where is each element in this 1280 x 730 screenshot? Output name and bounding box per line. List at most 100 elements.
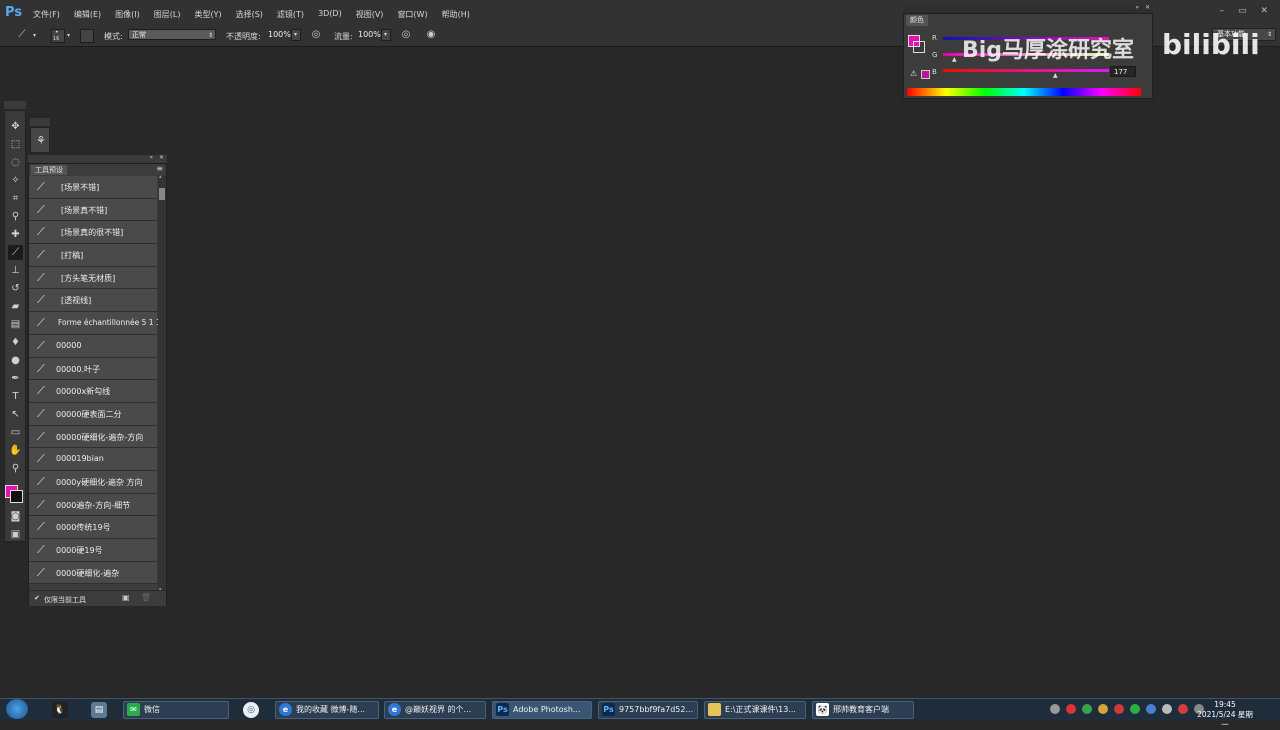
tray-security-icon[interactable] — [1066, 704, 1076, 714]
healing-brush-tool-icon[interactable]: ✚ — [8, 227, 23, 242]
taskbar-item-folder[interactable]: E:\正式课课件\13... — [704, 701, 806, 719]
taskbar-item-photoshop[interactable]: Ps Adobe Photosh... — [492, 701, 592, 719]
tray-app-icon[interactable] — [1178, 704, 1188, 714]
rectangle-tool-icon[interactable]: ▭ — [8, 425, 23, 440]
tray-network-icon[interactable] — [1146, 704, 1156, 714]
history-brush-tool-icon[interactable]: ↺ — [8, 281, 23, 296]
blur-tool-icon[interactable]: ♦ — [8, 335, 23, 350]
collapse-icon[interactable]: » — [1135, 4, 1139, 11]
start-button[interactable] — [6, 699, 28, 719]
preset-item[interactable]: ⟋ 00000.叶子 — [29, 357, 157, 381]
pen-tool-icon[interactable]: ✒ — [8, 371, 23, 386]
mode-select[interactable]: 正常 ⇕ — [128, 29, 216, 40]
taskbar-item-image[interactable]: Ps 9757bbf9fa7d52... — [598, 701, 698, 719]
menu-select[interactable]: 选择(S) — [236, 9, 263, 20]
panel-close-icon[interactable]: ✕ — [159, 154, 164, 161]
background-color-swatch[interactable] — [10, 490, 23, 503]
trash-icon[interactable]: 🗑 — [141, 593, 151, 602]
tool-preset-panel-header[interactable]: « ✕ — [28, 154, 167, 163]
menu-filter[interactable]: 滤镜(T) — [277, 9, 304, 20]
browser-icon[interactable]: ◎ — [243, 702, 259, 718]
pressure-size-icon[interactable]: ◉ — [425, 29, 437, 41]
brush-size-dropdown-icon[interactable]: ▾ — [67, 32, 70, 39]
tool-preset-tab[interactable]: 工具预设 — [31, 165, 67, 175]
menu-3d[interactable]: 3D(D) — [318, 9, 342, 20]
quick-mask-icon[interactable]: ◙ — [8, 509, 23, 524]
preset-item[interactable]: ⟋ 000019bian — [29, 448, 157, 471]
taskbar-item-wechat[interactable]: ✉ 微信 — [123, 701, 229, 719]
zoom-tool-icon[interactable]: ⚲ — [8, 461, 23, 476]
dodge-tool-icon[interactable]: ● — [8, 353, 23, 368]
menu-view[interactable]: 视图(V) — [356, 9, 384, 20]
eyedropper-tool-icon[interactable]: ⚲ — [8, 209, 23, 224]
blue-value-field[interactable]: 177 — [1110, 66, 1136, 77]
menu-image[interactable]: 图像(I) — [115, 9, 140, 20]
menu-window[interactable]: 窗口(W) — [397, 9, 427, 20]
background-swatch[interactable] — [913, 41, 925, 53]
maximize-icon[interactable]: ▭ — [1238, 6, 1247, 16]
preset-item[interactable]: ⟋ 00000硬表面二分 — [29, 402, 157, 426]
menu-layer[interactable]: 图层(L) — [154, 9, 181, 20]
tool-preset-dropdown-icon[interactable]: ▾ — [33, 32, 36, 39]
scroll-thumb[interactable] — [159, 188, 165, 200]
taskbar-item-client[interactable]: 🐼 邢帅教育客户端 — [812, 701, 914, 719]
clone-stamp-tool-icon[interactable]: ⊥ — [8, 263, 23, 278]
preset-item[interactable]: ⟋ 00000 — [29, 334, 157, 358]
magic-wand-tool-icon[interactable]: ✧ — [8, 173, 23, 188]
pressure-opacity-icon[interactable]: ◎ — [310, 29, 322, 41]
marquee-tool-icon[interactable]: ⬚ — [8, 137, 23, 152]
preset-item[interactable]: ⟋ 0000硬19号 — [29, 539, 157, 562]
tray-wechat-icon[interactable] — [1082, 704, 1092, 714]
preset-item[interactable]: ⟋ 0000硬细化-遍杂 — [29, 561, 157, 585]
preset-item[interactable]: ⟋ 00000硬细化-遍杂-方向 — [29, 425, 157, 449]
brush-size-picker[interactable]: • 16 — [51, 29, 65, 43]
color-spectrum-bar[interactable] — [907, 88, 1141, 96]
screen-mode-icon[interactable]: ▣ — [8, 527, 23, 542]
menu-edit[interactable]: 编辑(E) — [74, 9, 101, 20]
flow-dropdown[interactable]: ▾ — [381, 29, 391, 41]
checkbox-check-icon[interactable]: ✔ — [34, 594, 40, 602]
panel-menu-icon[interactable]: ≡ — [156, 164, 163, 173]
panel-close-icon[interactable]: ✕ — [1145, 4, 1150, 11]
preset-item[interactable]: ⟋ 0000y硬细化-遍杂 方向 — [29, 470, 157, 494]
color-tab[interactable]: 颜色 — [906, 15, 928, 26]
preset-item[interactable]: ⟋ [打稿] — [29, 244, 157, 267]
menu-type[interactable]: 类型(Y) — [194, 9, 221, 20]
minimize-icon[interactable]: – — [1219, 6, 1224, 16]
move-tool-icon[interactable]: ✥ — [8, 119, 23, 134]
gradient-tool-icon[interactable]: ▤ — [8, 317, 23, 332]
close-icon[interactable]: ✕ — [1260, 6, 1268, 16]
preset-item[interactable]: ⟋ Forme échantillonnée 5 1 1 — [29, 312, 161, 335]
preset-item[interactable]: ⟋ [场景真不错] — [29, 198, 157, 222]
color-panel-header[interactable]: » ✕ — [903, 4, 1153, 13]
preset-item[interactable]: ⟋ 0000遍杂-方向-细节 — [29, 493, 157, 517]
path-selection-tool-icon[interactable]: ↖ — [8, 407, 23, 422]
preset-scrollbar[interactable]: ▴ ▾ — [158, 174, 166, 593]
airbrush-icon[interactable]: ◎ — [400, 29, 412, 41]
taskbar-item-weibo[interactable]: e 我的收藏 微博-随... — [275, 701, 379, 719]
tray-app-icon[interactable] — [1050, 704, 1060, 714]
mini-panel-header[interactable] — [30, 118, 50, 126]
scroll-up-icon[interactable]: ▴ — [159, 174, 162, 180]
new-preset-icon[interactable]: ▣ — [122, 593, 130, 602]
type-tool-icon[interactable]: T — [8, 389, 23, 404]
eraser-tool-icon[interactable]: ▰ — [8, 299, 23, 314]
preset-item[interactable]: ⟋ [方头笔无材质] — [29, 266, 157, 290]
hand-tool-icon[interactable]: ✋ — [8, 443, 23, 458]
taskbar-item-profile[interactable]: e @巅妖视界 的个... — [384, 701, 486, 719]
preset-item[interactable]: ⟋ 0000传统19号 — [29, 516, 157, 539]
brush-tool-selected-icon[interactable]: ⟋ — [8, 245, 23, 260]
blue-knob-icon[interactable]: ▲ — [1053, 72, 1058, 79]
blue-slider[interactable] — [943, 69, 1109, 72]
menu-help[interactable]: 帮助(H) — [442, 9, 470, 20]
tray-wechat-icon[interactable] — [1130, 704, 1140, 714]
preset-item[interactable]: ⟋ [透视线] — [29, 289, 157, 313]
tray-volume-icon[interactable] — [1162, 704, 1172, 714]
brush-panel-toggle[interactable] — [80, 29, 94, 43]
flow-value[interactable]: 100% — [358, 30, 381, 39]
lasso-tool-icon[interactable]: ◌ — [8, 155, 23, 170]
preset-item[interactable]: ⟋ 00000x新勾线 — [29, 380, 157, 403]
gamut-swatch[interactable] — [921, 70, 930, 79]
preset-item[interactable]: ⟋ [场景真的很不错] — [29, 221, 157, 245]
warning-icon[interactable]: ⚠ — [910, 69, 917, 78]
